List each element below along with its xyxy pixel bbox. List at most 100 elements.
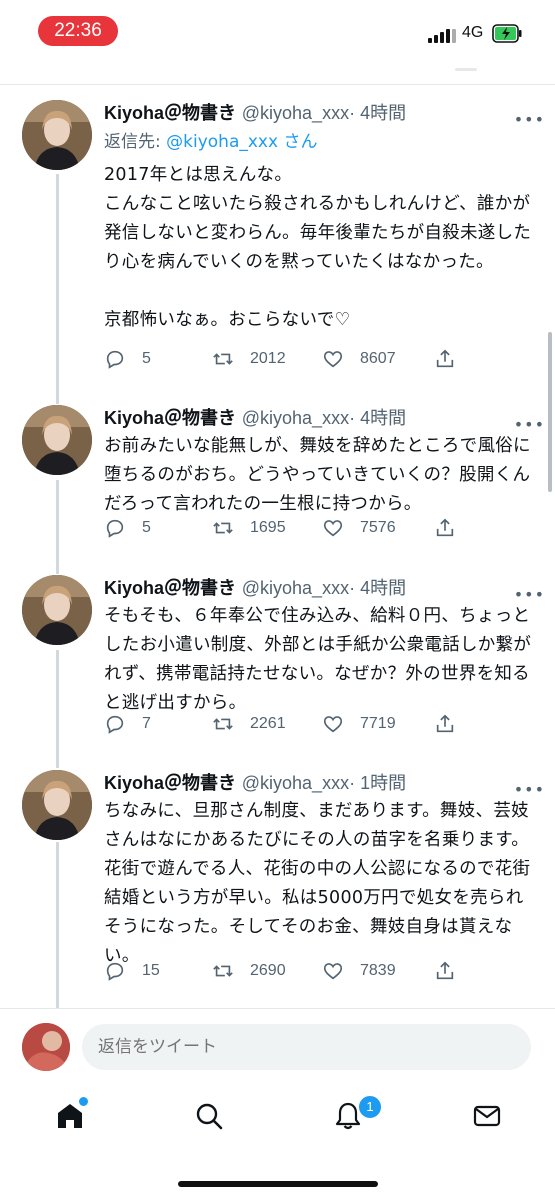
- tab-messages[interactable]: [457, 1086, 517, 1146]
- avatar-photo: [22, 405, 92, 475]
- user-handle[interactable]: @kiyoha_xxx: [242, 103, 349, 123]
- reply-input[interactable]: [82, 1024, 531, 1070]
- like-button[interactable]: 8607: [322, 346, 396, 372]
- user-handle[interactable]: @kiyoha_xxx: [242, 578, 349, 598]
- my-avatar: [22, 1023, 70, 1071]
- share-button[interactable]: [434, 515, 472, 541]
- heart-icon: [323, 963, 343, 980]
- reply-to-link[interactable]: @kiyoha_xxx さん: [166, 132, 317, 152]
- reply-icon: [106, 715, 124, 734]
- display-name[interactable]: Kiyoha＠物書き: [104, 408, 236, 428]
- retweet-count: 2012: [250, 350, 286, 367]
- tweet[interactable]: Kiyoha＠物書き @kiyoha_xxx· 4時間 お前みたいな能無しが、舞…: [0, 405, 555, 555]
- retweet-button[interactable]: 2690: [212, 958, 286, 984]
- like-button[interactable]: 7839: [322, 958, 396, 984]
- header-divider: [0, 84, 555, 85]
- more-options-icon[interactable]: •••: [514, 780, 545, 799]
- share-button[interactable]: [434, 346, 472, 372]
- tab-search[interactable]: [179, 1086, 239, 1146]
- scrollbar[interactable]: [548, 332, 552, 492]
- reply-button[interactable]: 5: [104, 515, 151, 541]
- tab-home[interactable]: [40, 1086, 100, 1146]
- share-button[interactable]: [434, 711, 472, 737]
- avatar[interactable]: [22, 770, 92, 840]
- avatar[interactable]: [22, 405, 92, 475]
- tweet-text: 2017年とは思えんな。 こんなこと呟いたら殺されるかもしれんけど、誰かが発信し…: [104, 165, 532, 330]
- user-handle[interactable]: @kiyoha_xxx: [242, 408, 349, 428]
- share-icon: [436, 349, 454, 368]
- like-button[interactable]: 7719: [322, 711, 396, 737]
- tweet-text: ちなみに、旦那さん制度、まだあります。舞妓、芸妓さんはなにかあるたびにその人の苗…: [104, 801, 531, 966]
- header-divider-mark: [455, 68, 477, 71]
- reply-button[interactable]: 7: [104, 711, 151, 737]
- avatar-photo: [22, 575, 92, 645]
- like-count: 7576: [360, 519, 396, 536]
- more-options-icon[interactable]: •••: [514, 415, 545, 434]
- reply-count: 15: [142, 962, 160, 979]
- mail-icon: [473, 1105, 501, 1127]
- reply-bar-divider: [0, 1008, 555, 1009]
- tweet[interactable]: Kiyoha＠物書き @kiyoha_xxx· 4時間 返信先: @kiyoha…: [0, 100, 555, 390]
- tweet[interactable]: Kiyoha＠物書き @kiyoha_xxx· 1時間 ちなみに、旦那さん制度、…: [0, 770, 555, 990]
- tweet-text: お前みたいな能無しが、舞妓を辞めたところで風俗に堕ちるのがおち。どうやっていきて…: [104, 436, 531, 514]
- retweet-icon: [213, 353, 233, 365]
- tweet[interactable]: Kiyoha＠物書き @kiyoha_xxx· 4時間 そもそも、６年奉公で住み…: [0, 575, 555, 750]
- tweet-actions: 5 2012 8607: [104, 346, 534, 372]
- share-icon: [436, 518, 454, 537]
- retweet-icon: [213, 965, 233, 977]
- retweet-count: 2261: [250, 715, 286, 732]
- like-button[interactable]: 7576: [322, 515, 396, 541]
- reply-prefix: 返信先:: [104, 132, 161, 152]
- heart-icon: [323, 716, 343, 733]
- my-avatar-photo: [22, 1023, 70, 1071]
- share-button[interactable]: [434, 958, 472, 984]
- home-unread-dot: [77, 1095, 90, 1108]
- retweet-count: 2690: [250, 962, 286, 979]
- share-icon: [436, 961, 454, 980]
- tweet-time: · 4時間: [349, 103, 407, 123]
- search-icon: [196, 1103, 223, 1130]
- retweet-button[interactable]: 1695: [212, 515, 286, 541]
- reply-count: 7: [142, 715, 151, 732]
- tweet-time: · 4時間: [349, 578, 407, 598]
- display-name[interactable]: Kiyoha＠物書き: [104, 773, 236, 793]
- retweet-icon: [213, 522, 233, 534]
- reply-icon: [106, 962, 124, 981]
- reply-count: 5: [142, 519, 151, 536]
- avatar[interactable]: [22, 100, 92, 170]
- like-count: 8607: [360, 350, 396, 367]
- reply-icon: [106, 519, 124, 538]
- reply-context: 返信先: @kiyoha_xxx さん: [104, 129, 532, 155]
- heart-icon: [323, 520, 343, 537]
- reply-count: 5: [142, 350, 151, 367]
- more-options-icon[interactable]: •••: [514, 585, 545, 604]
- tweet-actions: 5 1695 7576: [104, 515, 534, 541]
- reply-button[interactable]: 15: [104, 958, 160, 984]
- battery-charging-icon: [492, 24, 522, 43]
- tweet-time: · 1時間: [349, 773, 407, 793]
- tweet-actions: 15 2690 7839: [104, 958, 534, 984]
- avatar-photo: [22, 100, 92, 170]
- notifications-badge: 1: [357, 1094, 383, 1120]
- user-handle[interactable]: @kiyoha_xxx: [242, 773, 349, 793]
- tweet-time: · 4時間: [349, 408, 407, 428]
- avatar-photo: [22, 770, 92, 840]
- like-count: 7719: [360, 715, 396, 732]
- tweet-actions: 7 2261 7719: [104, 711, 534, 737]
- network-type: 4G: [462, 24, 484, 41]
- display-name[interactable]: Kiyoha＠物書き: [104, 103, 236, 123]
- retweet-button[interactable]: 2261: [212, 711, 286, 737]
- more-options-icon[interactable]: •••: [514, 110, 545, 129]
- retweet-button[interactable]: 2012: [212, 346, 286, 372]
- reply-button[interactable]: 5: [104, 346, 151, 372]
- share-icon: [436, 714, 454, 733]
- heart-icon: [323, 351, 343, 368]
- display-name[interactable]: Kiyoha＠物書き: [104, 578, 236, 598]
- reply-icon: [106, 350, 124, 369]
- retweet-icon: [213, 718, 233, 730]
- like-count: 7839: [360, 962, 396, 979]
- tweet-text: そもそも、６年奉公で住み込み、給料０円、ちょっとしたお小遣い制度、外部とは手紙か…: [104, 606, 532, 713]
- avatar[interactable]: [22, 575, 92, 645]
- cellular-signal-icon: [428, 27, 458, 43]
- status-time: 22:36: [38, 16, 118, 46]
